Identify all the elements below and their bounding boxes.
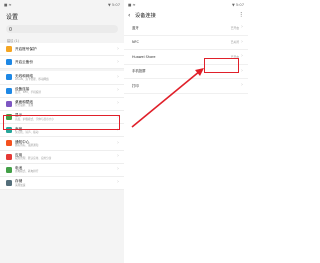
arrow-line	[131, 70, 201, 128]
arrow-annotation	[131, 68, 204, 128]
